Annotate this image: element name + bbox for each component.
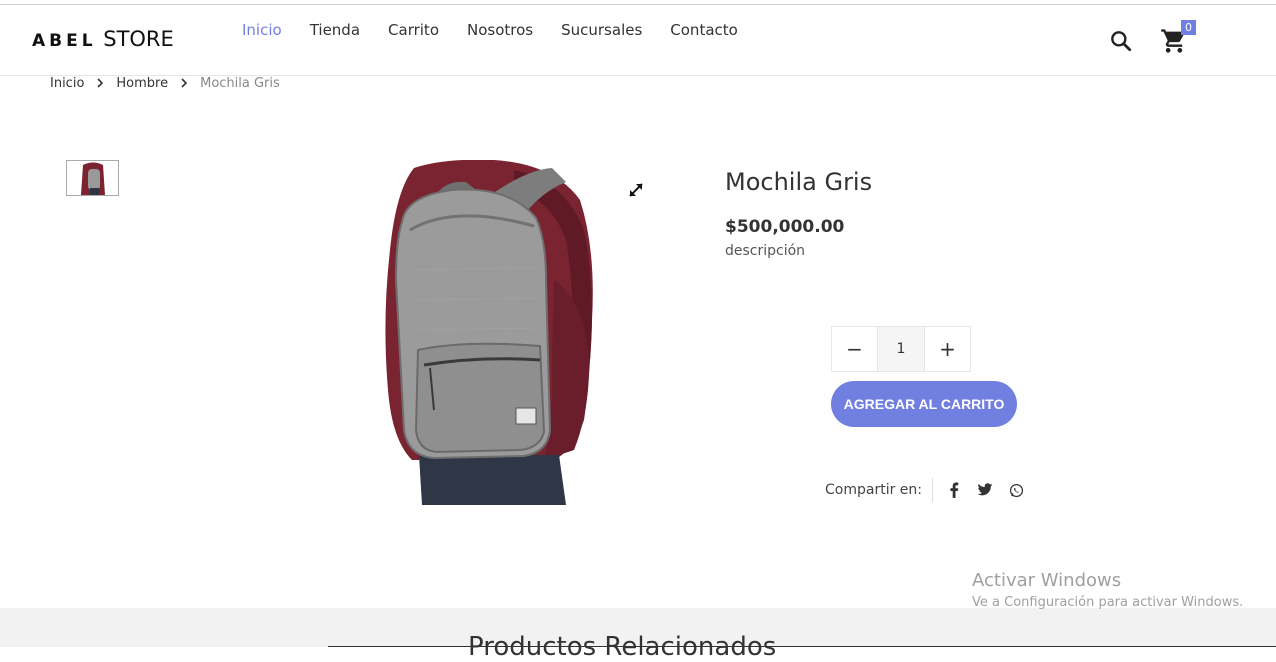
product-image	[284, 160, 623, 505]
share-bar: Compartir en:	[825, 478, 1038, 502]
breadcrumb: Inicio Hombre Mochila Gris	[50, 76, 280, 91]
share-divider	[932, 478, 933, 502]
site-header: ABEL STORE Inicio Tienda Carrito Nosotro…	[0, 5, 1276, 76]
twitter-icon[interactable]	[976, 481, 994, 499]
logo-main: ABEL	[32, 31, 97, 51]
quantity-stepper: − 1 +	[831, 326, 971, 372]
related-products-title: Productos Relacionados	[468, 632, 777, 662]
nav-tienda[interactable]: Tienda	[310, 21, 360, 39]
breadcrumb-inicio[interactable]: Inicio	[50, 76, 84, 91]
nav-carrito[interactable]: Carrito	[388, 21, 439, 39]
quantity-plus-button[interactable]: +	[925, 327, 970, 371]
quantity-input[interactable]: 1	[877, 327, 925, 371]
logo[interactable]: ABEL STORE	[32, 27, 174, 51]
add-to-cart-button[interactable]: AGREGAR AL CARRITO	[831, 381, 1017, 427]
cart-count-badge: 0	[1181, 20, 1196, 35]
whatsapp-icon[interactable]	[1007, 481, 1025, 499]
watermark-title: Activar Windows	[972, 570, 1122, 591]
product-price: $500,000.00	[725, 217, 845, 237]
nav-contacto[interactable]: Contacto	[670, 21, 738, 39]
main-nav: Inicio Tienda Carrito Nosotros Sucursale…	[242, 21, 766, 39]
logo-sub: STORE	[103, 27, 174, 51]
watermark-subtitle: Ve a Configuración para activar Windows.	[972, 595, 1244, 610]
quantity-minus-button[interactable]: −	[832, 327, 877, 371]
nav-sucursales[interactable]: Sucursales	[561, 21, 642, 39]
search-icon[interactable]	[1108, 28, 1134, 54]
share-label: Compartir en:	[825, 482, 922, 498]
nav-inicio[interactable]: Inicio	[242, 21, 282, 39]
chevron-right-icon	[180, 77, 188, 91]
product-thumbnail[interactable]	[66, 160, 119, 196]
product-description: descripción	[725, 243, 806, 259]
windows-activation-watermark: Activar Windows Ve a Configuración para …	[972, 570, 1243, 610]
breadcrumb-hombre[interactable]: Hombre	[116, 76, 168, 91]
product-title: Mochila Gris	[725, 168, 873, 196]
facebook-icon[interactable]	[945, 481, 963, 499]
expand-icon[interactable]	[626, 180, 646, 200]
breadcrumb-current: Mochila Gris	[200, 76, 280, 91]
nav-nosotros[interactable]: Nosotros	[467, 21, 533, 39]
related-products-section: Productos Relacionados	[0, 608, 1276, 662]
chevron-right-icon	[96, 77, 104, 91]
